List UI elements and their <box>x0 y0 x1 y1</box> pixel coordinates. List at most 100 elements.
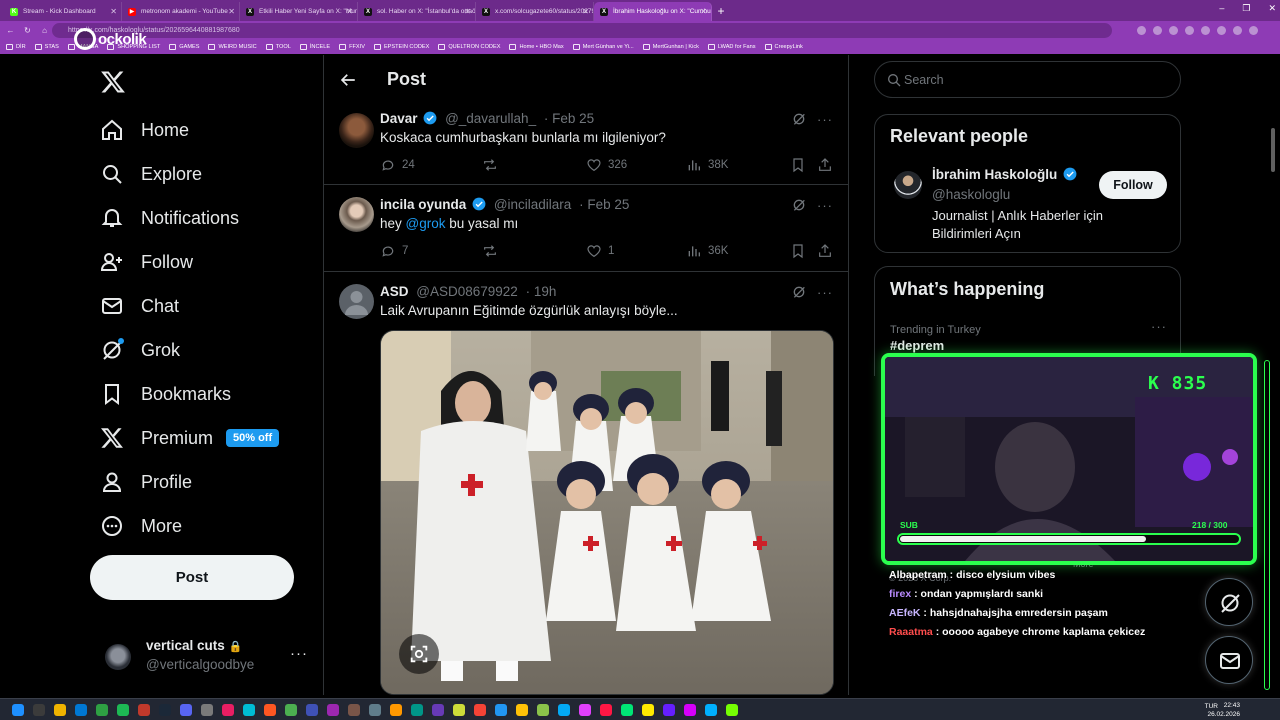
taskbar-app-icon[interactable] <box>621 704 633 716</box>
sidebar-item-premium[interactable]: Premium 50% off <box>100 424 280 452</box>
bookmark-item[interactable]: FFXIV <box>339 44 365 50</box>
views-button[interactable]: 38K <box>686 157 728 173</box>
taskbar-app-icon[interactable] <box>180 704 192 716</box>
person-name[interactable]: İbrahim Haskoloğlu <box>932 167 1077 182</box>
grok-icon[interactable] <box>791 111 807 127</box>
bookmark-item[interactable]: DİR <box>6 44 26 50</box>
sidebar-item-chat[interactable]: Chat <box>100 292 179 320</box>
new-tab-button[interactable]: + <box>712 2 730 21</box>
taskbar-app-icon[interactable] <box>369 704 381 716</box>
taskbar-app-icon[interactable] <box>663 704 675 716</box>
taskbar-app-icon[interactable] <box>12 704 24 716</box>
search-input[interactable]: Search <box>874 61 1181 98</box>
views-button[interactable]: 36K <box>686 243 728 259</box>
taskbar-app-icon[interactable] <box>600 704 612 716</box>
taskbar-app-icon[interactable] <box>537 704 549 716</box>
like-button[interactable]: 1 <box>586 243 614 259</box>
avatar[interactable] <box>894 171 922 199</box>
bookmark-item[interactable]: QUELTRON CODEX <box>438 44 500 50</box>
sidebar-item-more[interactable]: More <box>100 512 182 540</box>
taskbar-app-icon[interactable] <box>642 704 654 716</box>
browser-tab[interactable]: X Etkili Haber Yeni Sayfa on X: "Muna ✕ <box>240 2 358 21</box>
taskbar-app-icon[interactable] <box>558 704 570 716</box>
account-switcher[interactable]: vertical cuts 🔒 @verticalgoodbye ··· <box>100 634 310 678</box>
repost-button[interactable] <box>482 157 504 173</box>
browser-tab[interactable]: Xsol. Haber on X: "İstanbul'da ortaö ✕ <box>358 2 476 21</box>
bookmark-item[interactable]: TOOL <box>265 44 291 50</box>
sidebar-item-follow[interactable]: Follow <box>100 248 193 276</box>
taskbar-app-icon[interactable] <box>684 704 696 716</box>
taskbar-app-icon[interactable] <box>159 704 171 716</box>
tweet-author[interactable]: Davar @_davarullah_ · Feb 25 <box>380 111 594 126</box>
taskbar-app-icon[interactable] <box>138 704 150 716</box>
browser-tab[interactable]: ▶ metronom akademi - YouTube ✕ <box>122 2 240 21</box>
tab-close-icon[interactable]: ✕ <box>110 7 117 16</box>
taskbar-app-icon[interactable] <box>96 704 108 716</box>
taskbar-app-icon[interactable] <box>306 704 318 716</box>
sidebar-item-explore[interactable]: Explore <box>100 160 202 188</box>
reply-button[interactable]: 24 <box>380 157 415 173</box>
taskbar-app-icon[interactable] <box>264 704 276 716</box>
more-dots-icon[interactable]: ··· <box>817 198 833 213</box>
tweet-author[interactable]: incila oyunda @inciladilara · Feb 25 <box>380 197 629 212</box>
bookmark-item[interactable]: STAS <box>34 44 59 50</box>
reply-tweet[interactable]: ASD @ASD08679922 · 19h ··· Laik Avrupanı… <box>324 272 848 695</box>
taskbar-app-icon[interactable] <box>54 704 66 716</box>
back-nav-icon[interactable]: ← <box>6 26 15 35</box>
home-nav-icon[interactable]: ⌂ <box>40 26 49 35</box>
tweet-author[interactable]: ASD @ASD08679922 · 19h <box>380 284 556 299</box>
bookmark-item[interactable]: İNCELE <box>299 44 330 50</box>
bookmark-button[interactable] <box>790 157 806 173</box>
taskbar-app-icon[interactable] <box>285 704 297 716</box>
taskbar-app-icon[interactable] <box>516 704 528 716</box>
taskbar-app-icon[interactable] <box>33 704 45 716</box>
taskbar-app-icon[interactable] <box>348 704 360 716</box>
reply-button[interactable]: 7 <box>380 243 408 259</box>
browser-tab[interactable]: Xx.com/solcugazete60/status/20279 ✕ <box>476 2 594 21</box>
extension-icons[interactable] <box>1137 26 1258 35</box>
tab-close-icon[interactable]: ✕ <box>582 7 589 16</box>
reply-tweet[interactable]: Davar @_davarullah_ · Feb 25 ··· Koskaca… <box>324 105 848 185</box>
minimize-button[interactable]: – <box>1219 3 1224 14</box>
taskbar-app-icon[interactable] <box>201 704 213 716</box>
more-dots-icon[interactable]: ··· <box>817 285 833 300</box>
chat-username[interactable]: Albapetram <box>889 569 947 581</box>
follow-button[interactable]: Follow <box>1099 171 1167 199</box>
chat-username[interactable]: AEfeK <box>889 607 921 619</box>
taskbar-app-icon[interactable] <box>705 704 717 716</box>
avatar[interactable] <box>339 113 374 148</box>
bookmark-item[interactable]: EPSTEIN CODEX <box>373 44 429 50</box>
bookmark-item[interactable]: Mert Günhan ve Yi... <box>572 44 634 50</box>
repost-button[interactable] <box>482 243 504 259</box>
taskbar-app-icon[interactable] <box>222 704 234 716</box>
sidebar-item-profile[interactable]: Profile <box>100 468 192 496</box>
maximize-button[interactable]: ❐ <box>1242 3 1250 14</box>
grok-icon[interactable] <box>791 284 807 300</box>
taskbar-app-icon[interactable] <box>117 704 129 716</box>
scan-image-button[interactable] <box>399 634 439 674</box>
url-input[interactable]: https://x.com/haskologlu/status/20265964… <box>52 23 1112 38</box>
grok-fab-button[interactable] <box>1205 578 1253 626</box>
tab-close-icon[interactable]: ✕ <box>464 7 471 16</box>
taskbar-app-icon[interactable] <box>579 704 591 716</box>
bookmark-item[interactable]: Home • HBO Max <box>509 44 564 50</box>
trend-name[interactable]: #deprem <box>890 338 944 353</box>
share-button[interactable] <box>817 157 833 173</box>
sidebar-item-grok[interactable]: Grok <box>100 336 180 364</box>
mention-link[interactable]: @grok <box>406 216 446 231</box>
avatar[interactable] <box>339 197 374 232</box>
grok-icon[interactable] <box>791 197 807 213</box>
reply-tweet[interactable]: incila oyunda @inciladilara · Feb 25 ···… <box>324 185 848 272</box>
messages-fab-button[interactable] <box>1205 636 1253 684</box>
taskbar-app-icon[interactable] <box>495 704 507 716</box>
taskbar-app-icon[interactable] <box>474 704 486 716</box>
chat-username[interactable]: firex <box>889 588 911 600</box>
sidebar-item-home[interactable]: Home <box>100 116 189 144</box>
more-dots-icon[interactable]: ··· <box>1151 319 1167 334</box>
taskbar-app-icon[interactable] <box>75 704 87 716</box>
page-scrollbar[interactable] <box>1271 128 1275 172</box>
avatar[interactable] <box>339 284 374 319</box>
tab-close-icon[interactable]: ✕ <box>346 7 353 16</box>
bookmark-item[interactable]: MertGunhan | Kick <box>642 44 699 50</box>
like-button[interactable]: 326 <box>586 157 627 173</box>
